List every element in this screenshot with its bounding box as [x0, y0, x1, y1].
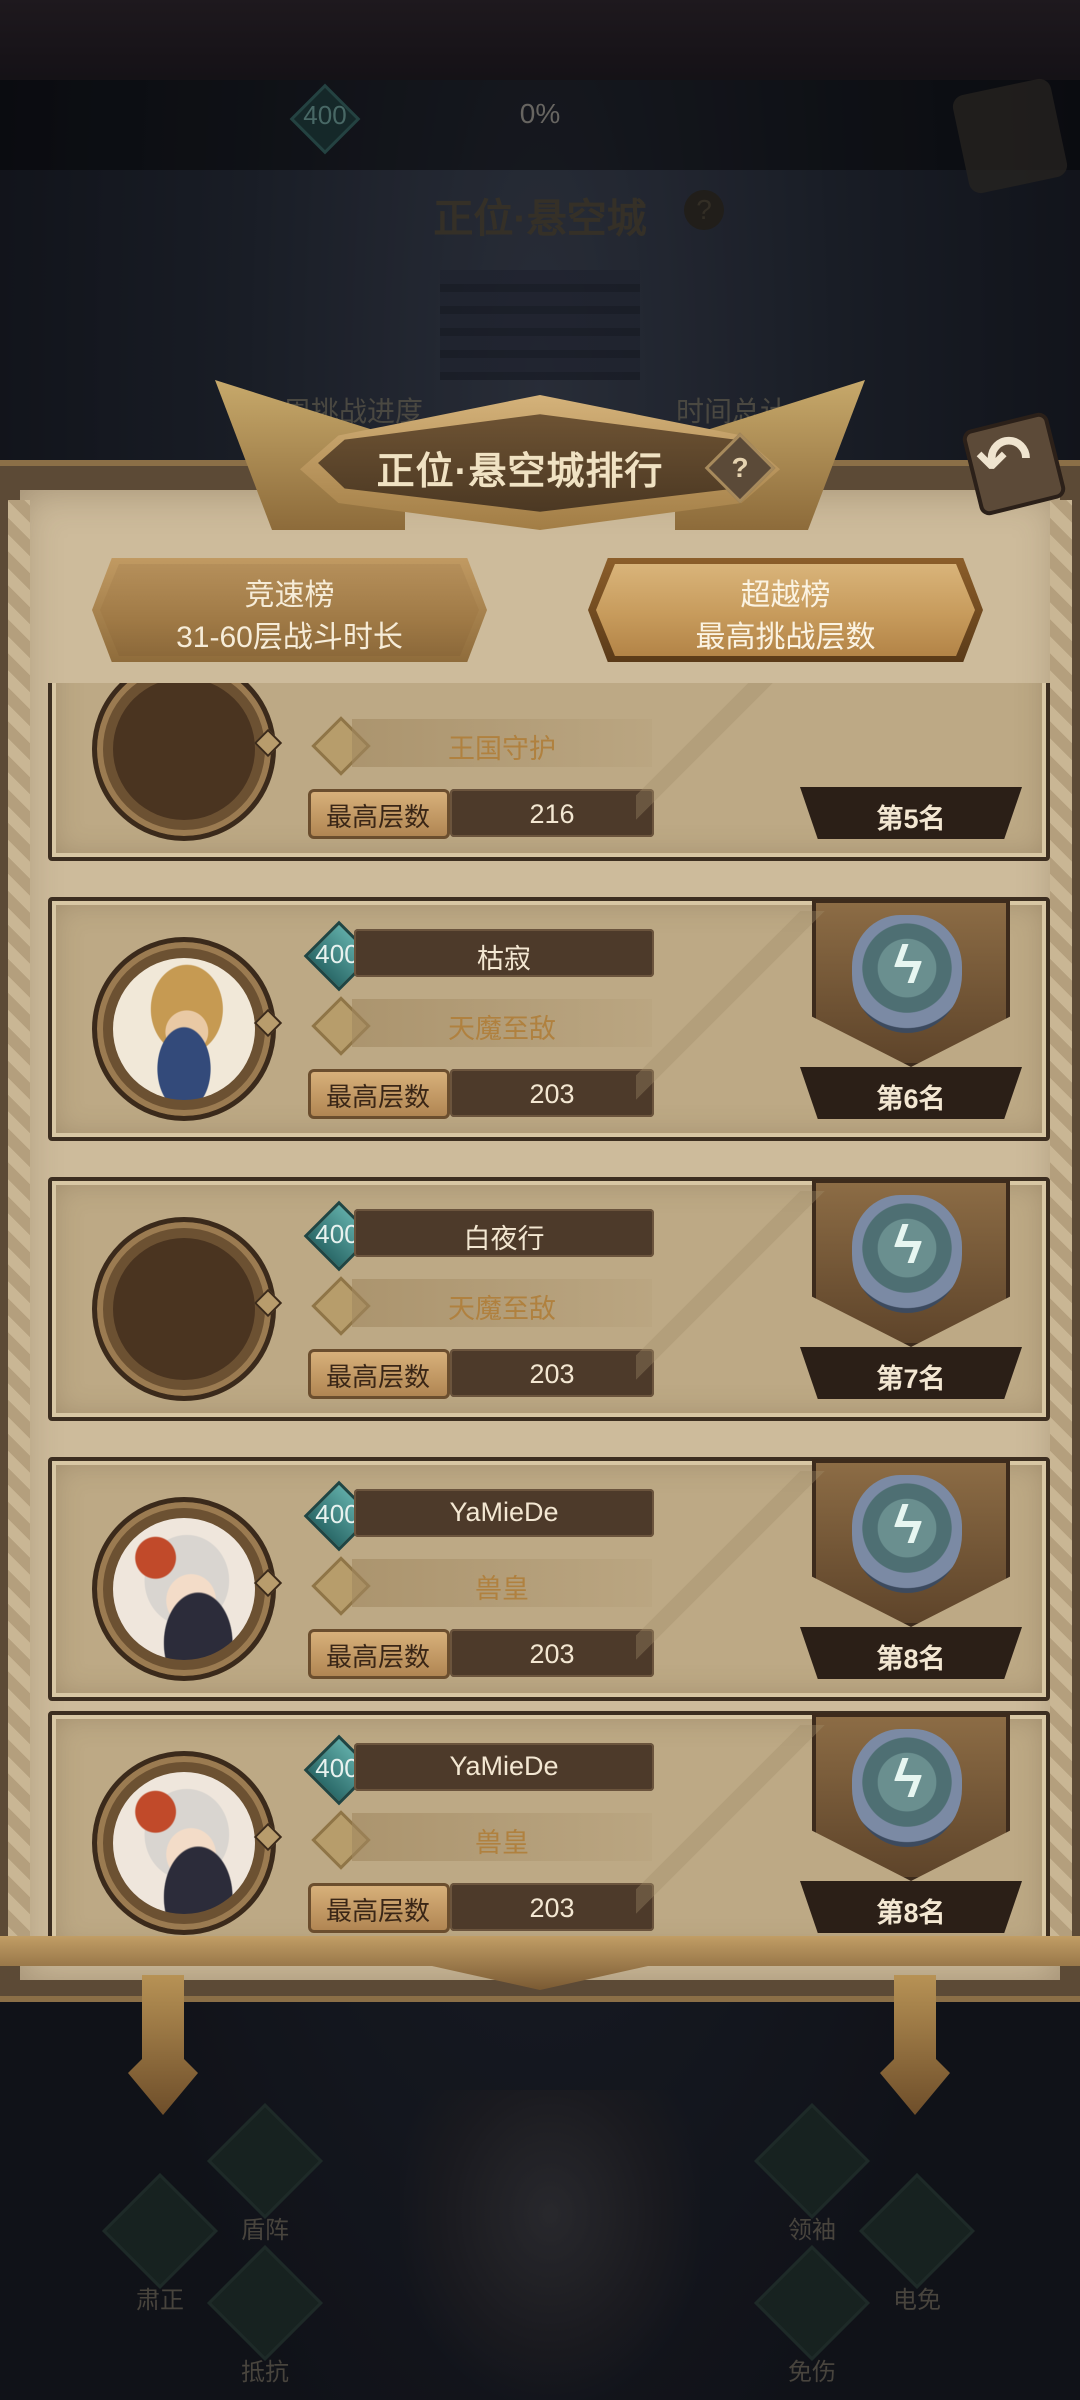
avatar[interactable]: [92, 1217, 276, 1401]
player-name: 枯寂: [477, 944, 531, 974]
avatar-portrait: [113, 958, 255, 1100]
panel-border-left: [8, 500, 30, 1960]
avatar-portrait: [113, 1518, 255, 1660]
floor-value: 203: [529, 1079, 575, 1109]
player-title: 兽皇: [475, 1828, 529, 1858]
my-ranking-row[interactable]: 400 YaMieDe 兽皇 最高层数 203 ϟ 第8名: [48, 1711, 1050, 1955]
tab-exceed-title: 超越榜: [740, 579, 831, 612]
floor-label: 最高层数: [325, 1362, 430, 1392]
avatar[interactable]: [92, 683, 276, 841]
back-button[interactable]: ↶: [960, 410, 1068, 518]
lightning-icon: ϟ: [893, 1749, 923, 1809]
lightning-icon: ϟ: [893, 1495, 923, 1555]
ranking-row[interactable]: 王国守护 最高层数 216 第5名: [48, 683, 1050, 861]
avatar-portrait: [113, 683, 255, 820]
panel-title: 正位·悬空城排行: [376, 451, 664, 493]
floor-value: 203: [529, 1893, 575, 1923]
panel-border-right: [1050, 500, 1072, 1960]
player-title: 天魔至敌: [448, 1014, 556, 1044]
floor-label: 最高层数: [325, 1642, 430, 1672]
avatar[interactable]: [92, 937, 276, 1121]
back-arrow-icon: ↶: [976, 422, 1032, 496]
floor-value: 203: [529, 1359, 575, 1389]
rank-text: 第8名: [876, 1644, 946, 1674]
floor-value: 216: [529, 799, 575, 829]
tab-exceed-subtitle: 最高挑战层数: [695, 621, 876, 654]
player-name: YaMieDe: [449, 1497, 559, 1527]
player-title: 天魔至敌: [448, 1294, 556, 1324]
floor-label: 最高层数: [325, 1082, 430, 1112]
rank-text: 第8名: [876, 1898, 946, 1928]
avatar[interactable]: [92, 1497, 276, 1681]
tab-speed-subtitle: 31-60层战斗时长: [176, 621, 403, 654]
rank-text: 第5名: [876, 804, 946, 834]
player-title: 兽皇: [475, 1574, 529, 1604]
floor-value: 203: [529, 1639, 575, 1669]
player-name: 白夜行: [463, 1224, 545, 1254]
player-title: 王国守护: [448, 734, 556, 764]
floor-label: 最高层数: [325, 802, 430, 832]
avatar-portrait: [113, 1772, 255, 1914]
rank-text: 第6名: [876, 1084, 946, 1114]
lightning-icon: ϟ: [893, 1215, 923, 1275]
question-icon: ?: [731, 452, 749, 483]
ranking-row[interactable]: 400 白夜行 天魔至敌 最高层数 203 ϟ 第7名: [48, 1177, 1050, 1421]
player-name: YaMieDe: [449, 1751, 559, 1781]
lightning-icon: ϟ: [893, 935, 923, 995]
ranking-list[interactable]: 王国守护 最高层数 216 第5名 400 枯寂 天魔至敌 最高层数 203 ϟ…: [30, 683, 1050, 1963]
ranking-row[interactable]: 400 YaMieDe 兽皇 最高层数 203 ϟ 第8名: [48, 1457, 1050, 1701]
ranking-row[interactable]: 400 枯寂 天魔至敌 最高层数 203 ϟ 第6名: [48, 897, 1050, 1141]
tab-speed-title: 竞速榜: [244, 579, 335, 612]
avatar-portrait: [113, 1238, 255, 1380]
floor-label: 最高层数: [325, 1896, 430, 1926]
avatar[interactable]: [92, 1751, 276, 1935]
rank-text: 第7名: [876, 1364, 946, 1394]
